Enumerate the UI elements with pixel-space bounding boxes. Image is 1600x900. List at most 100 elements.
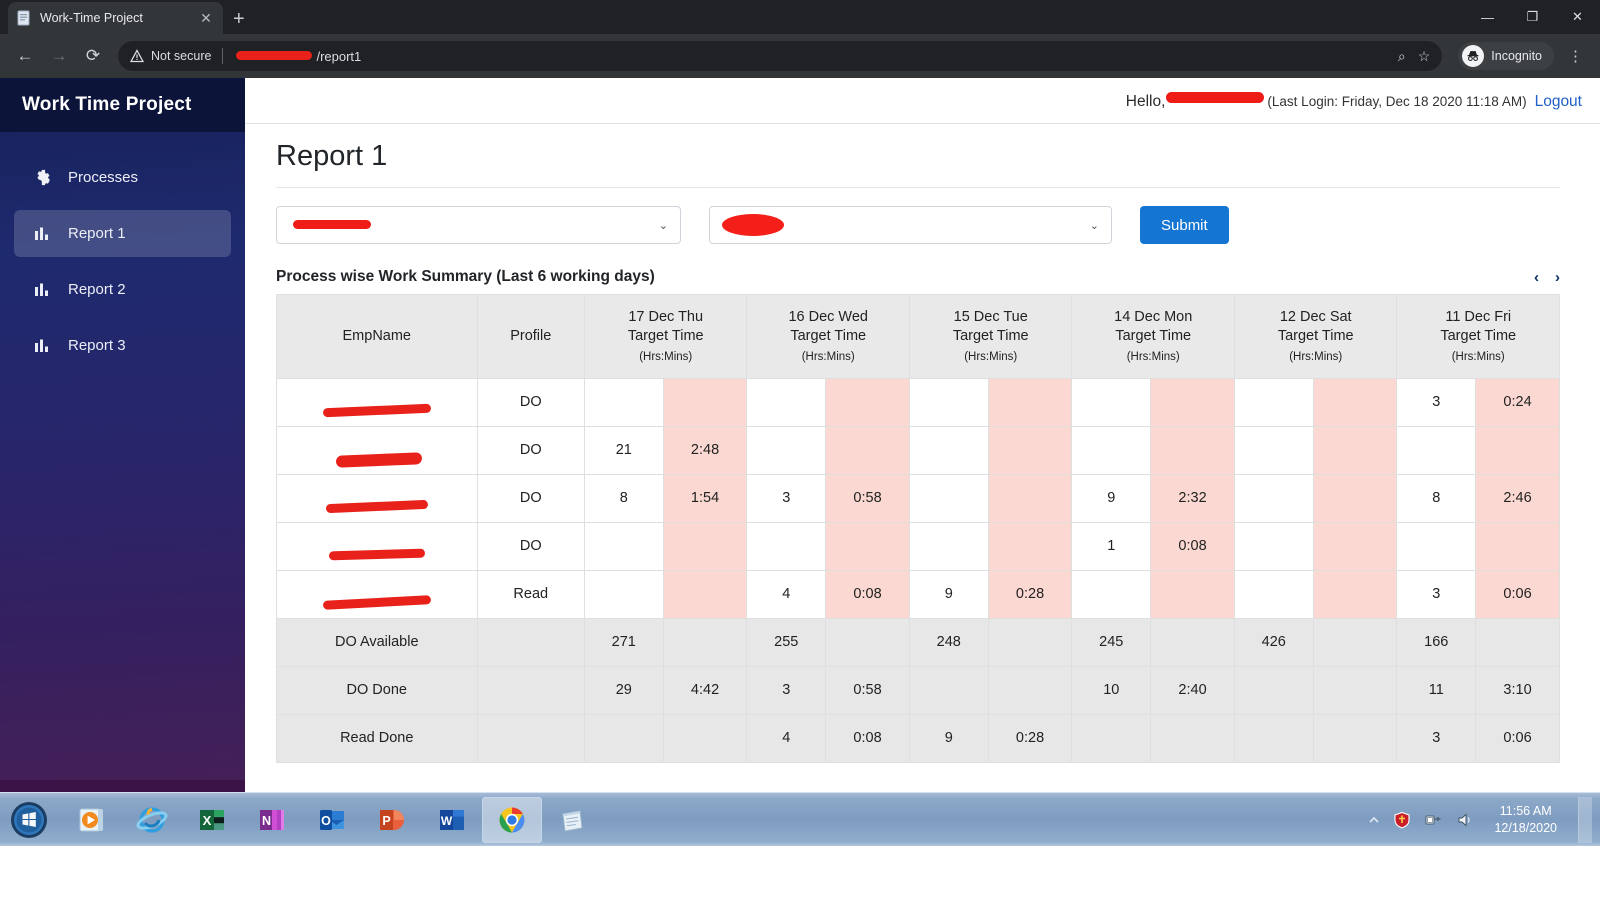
address-bar[interactable]: Not secure /report1 ⌕ ☆ (118, 41, 1443, 71)
chrome-icon[interactable] (482, 796, 542, 843)
forward-button[interactable]: → (44, 41, 74, 71)
col-day-5: 11 Dec Fri Target Time (Hrs:Mins) (1396, 294, 1560, 379)
system-tray: 11:56 AM 12/18/2020 (1368, 796, 1600, 843)
count-cell (908, 425, 989, 475)
url-host-redaction (234, 50, 316, 63)
submit-button[interactable]: Submit (1140, 206, 1229, 244)
count-cell (1071, 425, 1152, 475)
summary-time-cell (1312, 713, 1398, 763)
taskbar-clock[interactable]: 11:56 AM 12/18/2020 (1486, 803, 1565, 837)
internet-explorer-icon[interactable] (122, 797, 182, 843)
incognito-icon (1462, 45, 1485, 67)
logout-link[interactable]: Logout (1535, 93, 1582, 111)
summary-count-cell: 11 (1396, 665, 1477, 715)
bar-chart-icon (32, 280, 52, 300)
last-login-text: (Last Login: Friday, Dec 18 2020 11:18 A… (1267, 94, 1527, 109)
new-tab-button[interactable]: + (233, 9, 245, 29)
summary-count-cell: 271 (583, 617, 664, 667)
table-row: DO 3 0:24 (276, 377, 1560, 427)
count-cell: 3 (746, 473, 827, 523)
process-select[interactable]: ⌄ (276, 206, 681, 244)
prev-page-icon[interactable]: ‹ (1534, 269, 1539, 286)
time-cell (987, 377, 1073, 427)
network-icon[interactable] (1424, 811, 1442, 829)
summary-count-cell: 29 (583, 665, 664, 715)
count-cell (1071, 377, 1152, 427)
powerpoint-icon[interactable]: P (362, 797, 422, 843)
sidebar-item-report-2[interactable]: Report 2 (14, 266, 231, 313)
show-desktop-button[interactable] (1578, 796, 1592, 843)
table-header-row: EmpName Profile 17 Dec Thu Target Time (… (276, 294, 1560, 379)
count-cell: 3 (1396, 569, 1477, 619)
svg-text:N: N (262, 814, 271, 828)
show-hidden-icons-icon[interactable] (1368, 814, 1380, 826)
minimize-button[interactable]: — (1465, 0, 1510, 34)
summary-count-cell (1233, 713, 1314, 763)
sidebar-item-report-1[interactable]: Report 1 (14, 210, 231, 257)
next-page-icon[interactable]: › (1555, 269, 1560, 286)
time-cell: 2:46 (1475, 473, 1560, 523)
chevron-down-icon: ⌄ (658, 219, 668, 232)
close-icon[interactable]: ✕ (197, 11, 215, 25)
page-favicon-icon (16, 10, 32, 26)
time-cell: 0:08 (1150, 521, 1235, 571)
count-cell (1071, 569, 1152, 619)
bookmark-star-icon[interactable]: ☆ (1418, 48, 1431, 65)
summary-count-cell: 426 (1233, 617, 1314, 667)
browser-menu-icon[interactable]: ⋮ (1562, 47, 1590, 65)
time-cell: 0:08 (825, 569, 910, 619)
summary-count-cell: 166 (1396, 617, 1477, 667)
count-cell: 21 (583, 425, 664, 475)
time-cell (662, 569, 748, 619)
count-cell: 9 (908, 569, 989, 619)
reload-button[interactable]: ⟳ (78, 41, 108, 71)
table-row: Read 4 0:08 9 0:28 3 0:06 (276, 569, 1560, 619)
time-cell (825, 425, 910, 475)
count-cell (908, 473, 989, 523)
secondary-select[interactable]: ⌄ (709, 206, 1112, 244)
media-player-icon[interactable] (62, 797, 122, 843)
shield-icon[interactable] (1393, 811, 1411, 829)
chevron-down-icon: ⌄ (1089, 219, 1099, 232)
browser-tab[interactable]: Work-Time Project ✕ (8, 2, 223, 34)
summary-count-cell (908, 665, 989, 715)
day-unit: (Hrs:Mins) (1289, 350, 1343, 363)
count-cell (1233, 377, 1314, 427)
sidebar-item-report-3[interactable]: Report 3 (14, 322, 231, 369)
sidebar-item-label: Report 1 (68, 225, 126, 242)
gear-icon (32, 168, 52, 188)
window-close-button[interactable]: ✕ (1555, 0, 1600, 34)
onenote-icon[interactable]: N (242, 797, 302, 843)
word-icon[interactable]: W (422, 797, 482, 843)
summary-profile-cell (476, 617, 585, 667)
url-text: /report1 (234, 49, 361, 64)
incognito-indicator[interactable]: Incognito (1458, 42, 1554, 70)
notepad-icon[interactable] (542, 797, 602, 843)
excel-icon[interactable]: X (182, 797, 242, 843)
search-icon[interactable]: ⌕ (1398, 48, 1406, 65)
start-button[interactable] (2, 796, 56, 844)
count-cell (1233, 473, 1314, 523)
summary-time-cell: 0:08 (825, 713, 910, 763)
bar-chart-icon (32, 336, 52, 356)
incognito-label: Incognito (1491, 49, 1542, 63)
sidebar-nav: Processes Report 1 Report 2 Report 3 (0, 132, 245, 369)
table-row: DO 8 1:54 3 0:58 9 2:32 8 2:46 (276, 473, 1560, 523)
outlook-icon[interactable]: O (302, 797, 362, 843)
sidebar-item-processes[interactable]: Processes (14, 154, 231, 201)
back-button[interactable]: ← (10, 41, 40, 71)
summary-time-cell (662, 713, 748, 763)
profile-cell: DO (476, 521, 585, 571)
summary-count-cell: 3 (1396, 713, 1477, 763)
count-cell (1233, 569, 1314, 619)
table-head: EmpName Profile 17 Dec Thu Target Time (… (276, 294, 1560, 379)
time-cell (662, 521, 748, 571)
summary-time-cell (1150, 617, 1235, 667)
time-cell (1475, 521, 1560, 571)
browser-window: Work-Time Project ✕ + — ❐ ✕ ← → ⟳ Not se… (0, 0, 1600, 846)
time-cell (987, 473, 1073, 523)
volume-icon[interactable] (1455, 811, 1473, 829)
summary-time-cell (987, 665, 1073, 715)
maximize-button[interactable]: ❐ (1510, 0, 1555, 34)
sidebar-item-label: Processes (68, 169, 139, 186)
